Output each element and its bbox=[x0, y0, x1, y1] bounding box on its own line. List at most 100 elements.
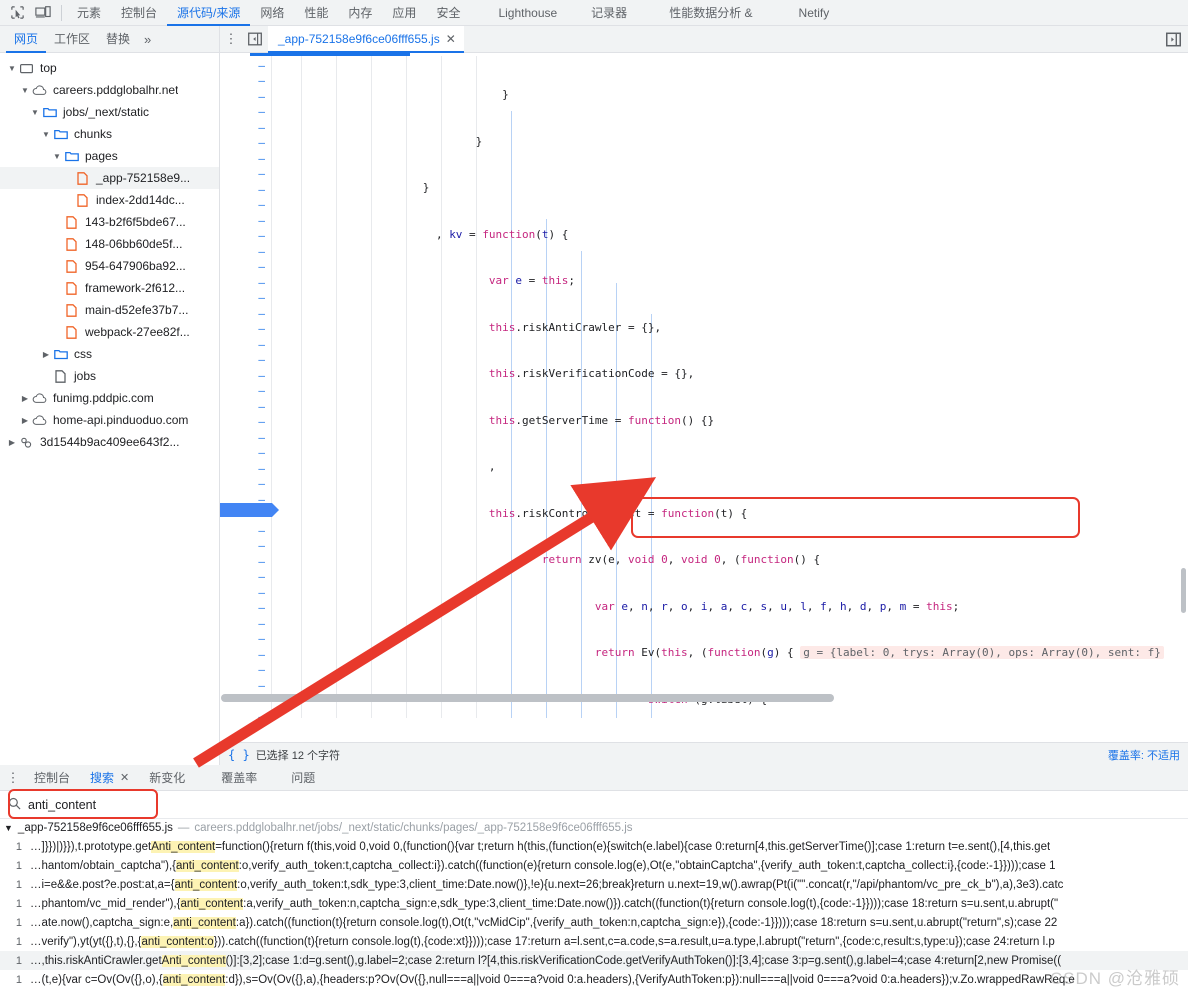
search-input-wrap[interactable]: anti_content bbox=[8, 797, 96, 813]
tab-performance-insights[interactable]: 性能数据分析 & bbox=[659, 0, 762, 26]
twisty-icon[interactable]: ▼ bbox=[6, 64, 18, 73]
result-pre: …verify"),yt(yt({},t),{},{ bbox=[30, 935, 142, 948]
drawer-tab-search[interactable]: 搜索 ✕ bbox=[80, 765, 139, 791]
code-editor[interactable]: – – – – – – – – – – – – – – – – – – – – … bbox=[220, 56, 1188, 718]
show-navigator-icon[interactable] bbox=[242, 32, 268, 46]
twisty-icon[interactable]: ▼ bbox=[4, 823, 13, 833]
code-line: } bbox=[277, 134, 483, 148]
search-result-row[interactable]: 1 …verify"),yt(yt({},t),{},{anti_content… bbox=[0, 932, 1188, 951]
twisty-icon[interactable]: ▶ bbox=[19, 394, 31, 403]
file-navigator-tree[interactable]: ▼ top ▼ careers.pddglobalhr.net ▼ jobs/_… bbox=[0, 53, 220, 766]
tree-item-webpack-js[interactable]: webpack-27ee82f... bbox=[0, 321, 219, 343]
tree-item-funimg-domain[interactable]: ▶ funimg.pddpic.com bbox=[0, 387, 219, 409]
tree-item-app-js[interactable]: _app-752158e9... bbox=[0, 167, 219, 189]
tab-lighthouse[interactable]: Lighthouse bbox=[488, 0, 567, 26]
selected-line-number[interactable] bbox=[220, 503, 279, 517]
result-text: …verify"),yt(yt({},t),{},{anti_content:o… bbox=[30, 935, 1055, 948]
tree-item-careers-domain[interactable]: ▼ careers.pddglobalhr.net bbox=[0, 79, 219, 101]
twisty-icon[interactable]: ▶ bbox=[6, 438, 18, 447]
tree-item-framework-js[interactable]: framework-2f612... bbox=[0, 277, 219, 299]
js-file-icon bbox=[74, 193, 91, 207]
result-post: :a}).catch((function(t){return console.l… bbox=[235, 916, 1058, 929]
code-content[interactable]: } } } , kv = function(t) { var e = this; bbox=[273, 56, 1188, 718]
drawer-tab-issues[interactable]: 问题 bbox=[281, 765, 325, 791]
tab-elements[interactable]: 元素 bbox=[67, 0, 111, 26]
search-result-row[interactable]: 1 …hantom/obtain_captcha"),{anti_content… bbox=[0, 856, 1188, 875]
code-line: var e = this; bbox=[488, 274, 576, 287]
tree-item-148-js[interactable]: 148-06bb60de5f... bbox=[0, 233, 219, 255]
tree-item-home-api-domain[interactable]: ▶ home-api.pinduoduo.com bbox=[0, 409, 219, 431]
search-bar[interactable]: anti_content bbox=[0, 791, 1188, 819]
tab-network[interactable]: 网络 bbox=[250, 0, 294, 26]
device-toolbar-icon[interactable] bbox=[30, 1, 56, 25]
show-debugger-sidebar-icon[interactable] bbox=[1164, 30, 1182, 48]
drawer-tab-label: 覆盖率 bbox=[221, 770, 258, 785]
twisty-icon[interactable]: ▼ bbox=[19, 86, 31, 95]
drawer-tab-changes[interactable]: 新变化 bbox=[139, 765, 195, 791]
search-result-row[interactable]: 1 …,this.riskAntiCrawler.getAnti_content… bbox=[0, 951, 1188, 970]
result-line-number: 1 bbox=[15, 973, 22, 986]
search-result-row[interactable]: 1 …ate.now(),captcha_sign:e,anti_content… bbox=[0, 913, 1188, 932]
editor-kebab-menu-icon[interactable]: ⋮ bbox=[220, 31, 242, 47]
code-horizontal-scrollbar[interactable] bbox=[220, 693, 1180, 702]
search-result-row[interactable]: 1 …i=e&&e.post?e.post:at,a={anti_content… bbox=[0, 875, 1188, 894]
inspect-element-icon[interactable] bbox=[4, 1, 30, 25]
drawer-kebab-menu-icon[interactable]: ⋮ bbox=[2, 770, 24, 786]
devtools-main-tabbar: 元素 控制台 源代码/来源 网络 性能 内存 应用 安全 Lighthouse … bbox=[0, 0, 1188, 26]
search-input[interactable]: anti_content bbox=[28, 798, 96, 812]
tree-item-label: webpack-27ee82f... bbox=[85, 325, 190, 339]
drawer-tab-console[interactable]: 控制台 bbox=[24, 765, 80, 791]
tree-item-jobs-next-static[interactable]: ▼ jobs/_next/static bbox=[0, 101, 219, 123]
tree-item-label: index-2dd14dc... bbox=[96, 193, 185, 207]
line-number-gutter[interactable]: – – – – – – – – – – – – – – – – – – – – … bbox=[220, 56, 279, 718]
frame-icon bbox=[18, 63, 35, 74]
pretty-print-icon[interactable]: { } bbox=[228, 748, 250, 762]
nav-tab-page[interactable]: 网页 bbox=[6, 26, 46, 53]
drawer-tab-close-icon[interactable]: ✕ bbox=[120, 765, 129, 791]
tab-application[interactable]: 应用 bbox=[382, 0, 426, 26]
code-line: this.riskAntiCrawler = {}, bbox=[488, 320, 662, 334]
tab-recorder[interactable]: 记录器 bbox=[581, 0, 637, 26]
nav-tab-overrides[interactable]: 替换 bbox=[98, 26, 138, 53]
twisty-icon[interactable]: ▼ bbox=[29, 108, 41, 117]
tree-item-chunks[interactable]: ▼ chunks bbox=[0, 123, 219, 145]
search-result-row[interactable]: 1 …]}})|)}}),t.prototype.getAnti_content… bbox=[0, 837, 1188, 856]
twisty-icon[interactable]: ▼ bbox=[40, 130, 52, 139]
tree-item-css[interactable]: ▶ css bbox=[0, 343, 219, 365]
tree-item-extension[interactable]: ▶ 3d1544b9ac409ee643f2... bbox=[0, 431, 219, 453]
code-editor-pane[interactable]: – – – – – – – – – – – – – – – – – – – – … bbox=[220, 53, 1188, 766]
tree-item-143-js[interactable]: 143-b2f6f5bde67... bbox=[0, 211, 219, 233]
tree-item-label: framework-2f612... bbox=[85, 281, 186, 295]
tree-item-index-js[interactable]: index-2dd14dc... bbox=[0, 189, 219, 211]
tab-memory[interactable]: 内存 bbox=[338, 0, 382, 26]
editor-tab-app-js[interactable]: _app-752158e9f6ce06fff655.js ✕ bbox=[268, 25, 464, 53]
tab-performance[interactable]: 性能 bbox=[294, 0, 338, 26]
tree-item-top[interactable]: ▼ top bbox=[0, 57, 219, 79]
tab-sources[interactable]: 源代码/来源 bbox=[167, 0, 250, 26]
code-vertical-scrollbar[interactable] bbox=[1181, 568, 1186, 613]
editor-tab-close-icon[interactable]: ✕ bbox=[446, 32, 456, 46]
drawer-tab-coverage[interactable]: 覆盖率 bbox=[211, 765, 267, 791]
tree-item-pages[interactable]: ▼ pages bbox=[0, 145, 219, 167]
tab-security[interactable]: 安全 bbox=[426, 0, 470, 26]
nav-tab-workspace[interactable]: 工作区 bbox=[46, 26, 98, 53]
twisty-icon[interactable]: ▼ bbox=[51, 152, 63, 161]
search-result-row[interactable]: 1 …(t,e){var c=Ov(Ov({},o),{anti_content… bbox=[0, 970, 1188, 989]
twisty-icon[interactable]: ▶ bbox=[40, 350, 52, 359]
search-result-row[interactable]: 1 …phantom/vc_mid_render"),{anti_content… bbox=[0, 894, 1188, 913]
search-result-file-header[interactable]: ▼ _app-752158e9f6ce06fff655.js — careers… bbox=[0, 819, 1188, 837]
tree-item-label: 3d1544b9ac409ee643f2... bbox=[40, 435, 180, 449]
search-results-list[interactable]: 1 …]}})|)}}),t.prototype.getAnti_content… bbox=[0, 837, 1188, 989]
result-text: …(t,e){var c=Ov(Ov({},o),{anti_content:d… bbox=[30, 973, 1075, 986]
more-tabs-chevron-icon[interactable]: » bbox=[138, 32, 157, 47]
coverage-status-text[interactable]: 覆盖率: 不适用 bbox=[1108, 747, 1180, 763]
tree-item-954-js[interactable]: 954-647906ba92... bbox=[0, 255, 219, 277]
tree-item-label: chunks bbox=[74, 127, 113, 141]
tab-netify[interactable]: Netify bbox=[789, 0, 840, 26]
tree-item-label: css bbox=[74, 347, 92, 361]
tree-item-jobs-doc[interactable]: jobs bbox=[0, 365, 219, 387]
scrollbar-thumb[interactable] bbox=[221, 694, 834, 702]
tab-console[interactable]: 控制台 bbox=[111, 0, 167, 26]
twisty-icon[interactable]: ▶ bbox=[19, 416, 31, 425]
tree-item-main-js[interactable]: main-d52efe37b7... bbox=[0, 299, 219, 321]
